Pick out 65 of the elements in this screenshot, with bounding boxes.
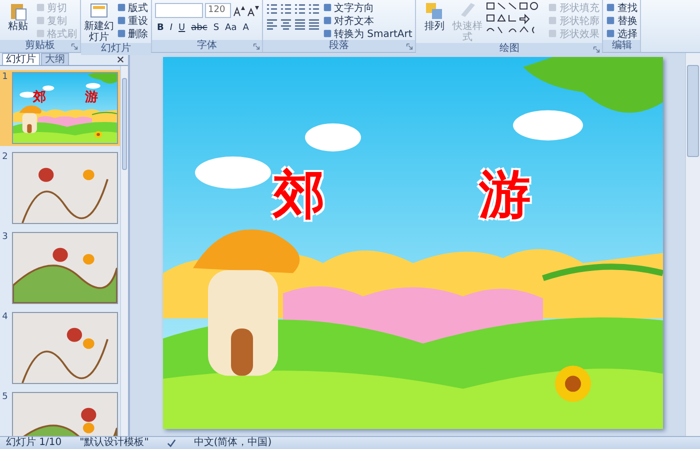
panel-tab[interactable]: 大纲 — [41, 53, 69, 65]
group-label: 字体 — [197, 40, 217, 52]
slide-number: 5 — [1, 392, 9, 404]
format-button[interactable]: U — [176, 21, 188, 34]
cloud-drawing — [305, 123, 361, 152]
format-button[interactable]: S — [211, 21, 222, 34]
thumbnail-title: 游 — [85, 89, 98, 106]
slide-number: 3 — [1, 232, 9, 244]
align-icon[interactable] — [280, 18, 292, 30]
font-name-field[interactable] — [155, 3, 203, 18]
group-label: 剪贴板 — [25, 40, 55, 52]
slide-title: 游 — [479, 169, 531, 221]
dialog-launcher-icon[interactable] — [253, 42, 260, 50]
ribbon-large-button[interactable]: 粘贴 — [3, 1, 33, 32]
panel-tab[interactable]: 幻灯片 — [2, 53, 40, 65]
format-button[interactable]: B — [155, 21, 166, 34]
ribbon-button[interactable]: 文字方向 — [323, 1, 412, 14]
align-icon[interactable] — [294, 18, 306, 30]
slide-number: 2 — [1, 152, 9, 164]
format-button[interactable]: A — [240, 21, 251, 34]
ribbon-button[interactable]: 选择 — [606, 27, 638, 40]
list-icon[interactable] — [308, 3, 320, 15]
ribbon-large-button[interactable]: 排列 — [419, 1, 450, 32]
sunflower-drawing — [555, 366, 591, 402]
format-button[interactable]: I — [168, 21, 175, 34]
theme-name: "默认设计模板" — [80, 437, 149, 449]
scrollbar[interactable] — [120, 66, 128, 436]
group-label: 幻灯片 — [101, 43, 131, 55]
align-icon[interactable] — [266, 18, 278, 30]
slide-counter: 幻灯片 1/10 — [6, 437, 62, 449]
align-icon[interactable] — [308, 18, 320, 30]
format-button[interactable]: abc — [189, 21, 210, 34]
group-label: 绘图 — [499, 43, 520, 55]
slide-thumbnail-row[interactable]: 1 郊 游 — [0, 70, 120, 146]
ribbon-button[interactable]: 替换 — [606, 14, 638, 27]
list-icon[interactable] — [280, 3, 292, 15]
group-label: 编辑 — [612, 40, 632, 52]
check-icon[interactable] — [166, 438, 176, 448]
clipboard-icon — [8, 1, 28, 21]
list-icon[interactable] — [294, 3, 306, 15]
shrink-font-icon[interactable] — [247, 4, 259, 16]
scrollbar[interactable] — [685, 53, 700, 436]
thumbnail-title: 郊 — [33, 88, 46, 106]
cloud-drawing — [513, 110, 583, 140]
slide-number: 1 — [1, 72, 9, 84]
ribbon-button[interactable]: 转换为 SmartArt — [323, 27, 412, 40]
ribbon-large-button[interactable]: 新建幻灯片 — [84, 1, 114, 43]
dialog-launcher-icon[interactable] — [593, 46, 600, 52]
ribbon-button[interactable]: 对齐文本 — [323, 14, 412, 27]
group-label: 段落 — [329, 40, 350, 52]
format-button[interactable]: Aa — [223, 21, 239, 34]
dialog-launcher-icon[interactable] — [71, 42, 78, 50]
slide-number: 4 — [1, 312, 9, 324]
slide-title: 郊 — [273, 169, 325, 221]
ribbon-button[interactable]: 删除 — [117, 27, 148, 40]
ribbon-button[interactable]: 重设 — [117, 14, 148, 27]
dialog-launcher-icon[interactable] — [406, 42, 414, 50]
grow-font-icon[interactable] — [233, 4, 245, 16]
list-icon[interactable] — [266, 3, 278, 15]
arrange-icon — [424, 1, 444, 21]
language-indicator[interactable]: 中文(简体，中国) — [194, 437, 272, 449]
close-icon[interactable] — [117, 56, 124, 62]
ribbon-button[interactable]: 查找 — [606, 1, 638, 14]
font-size-field[interactable]: 120 — [205, 3, 231, 18]
ribbon-button[interactable]: 版式 — [117, 1, 148, 14]
